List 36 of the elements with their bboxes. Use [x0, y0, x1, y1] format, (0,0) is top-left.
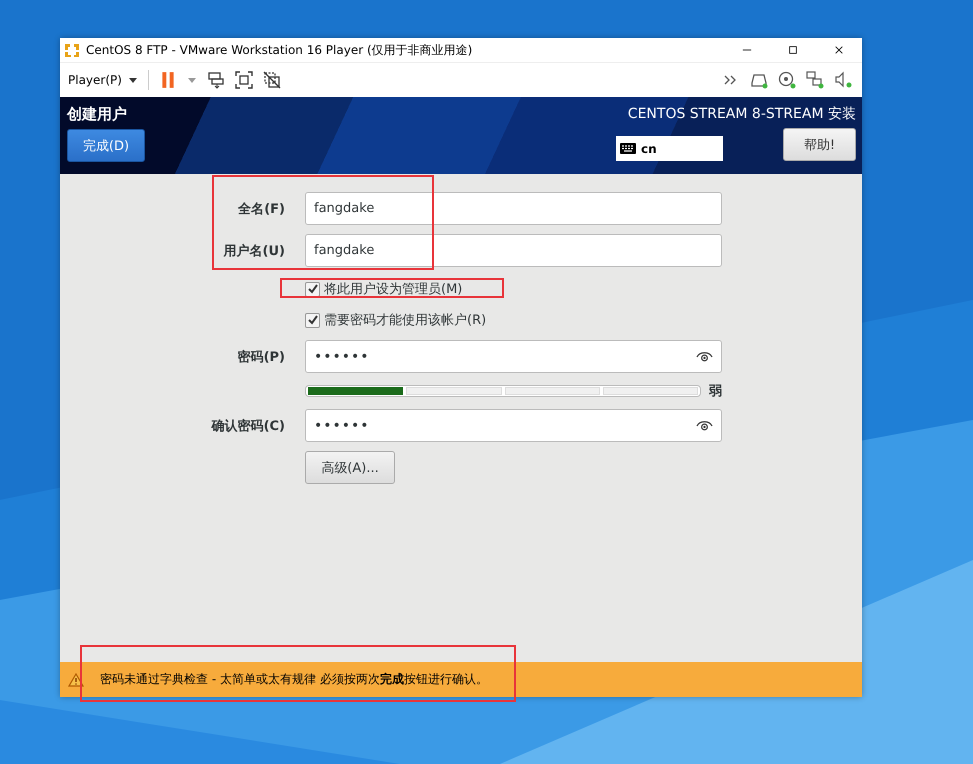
done-button[interactable]: 完成(D)	[67, 129, 145, 162]
checkbox[interactable]	[305, 282, 320, 296]
field-label: 确认密码(C)	[210, 418, 285, 434]
strength-label: 弱	[709, 383, 722, 400]
text-field[interactable]: fangdake	[305, 192, 722, 225]
caret-icon[interactable]	[128, 75, 138, 85]
advanced-button[interactable]: 高级(A)...	[305, 451, 395, 484]
eye-icon[interactable]	[696, 350, 713, 362]
field-label: 全名(F)	[237, 200, 285, 218]
password-field[interactable]: ••••••	[305, 340, 722, 373]
warning-message: 密码未通过字典检查 - 太简单或太有规律 必须按两次完成按钮进行确认。	[100, 671, 488, 688]
field-label: 用户名(U)	[222, 242, 285, 260]
warning-icon	[68, 672, 84, 686]
page-title: 创建用户	[67, 105, 128, 125]
password-field[interactable]: ••••••	[305, 409, 722, 442]
player-menu[interactable]: Player(P)	[66, 73, 124, 87]
network-icon[interactable]	[806, 71, 824, 89]
keyboard-layout-field[interactable]: cn	[616, 136, 723, 161]
text-field[interactable]: fangdake	[305, 234, 722, 267]
checkbox[interactable]	[305, 312, 320, 328]
checkbox-option[interactable]: 将此用户设为管理员(M)	[305, 278, 462, 300]
help-button[interactable]: 帮助!	[783, 128, 856, 161]
close-icon[interactable]	[834, 45, 844, 55]
app-logo-icon	[64, 42, 80, 58]
checkbox-option[interactable]: 需要密码才能使用该帐户(R)	[305, 309, 486, 331]
eye-icon[interactable]	[696, 420, 713, 432]
maximize-icon[interactable]	[788, 45, 798, 55]
window-title: CentOS 8 FTP - VMware Workstation 16 Player (仅用于非商业用途)	[86, 42, 474, 58]
fullscreen-icon[interactable]	[234, 71, 253, 89]
speaker-icon[interactable]	[834, 71, 852, 89]
keyboard-icon	[620, 143, 636, 154]
cd-icon[interactable]	[778, 71, 796, 89]
field-label: 密码(P)	[236, 348, 285, 366]
unity-icon[interactable]	[262, 71, 281, 89]
keyboard-send-icon[interactable]	[206, 71, 225, 89]
product-title: CENTOS STREAM 8-STREAM 安装	[628, 105, 856, 124]
